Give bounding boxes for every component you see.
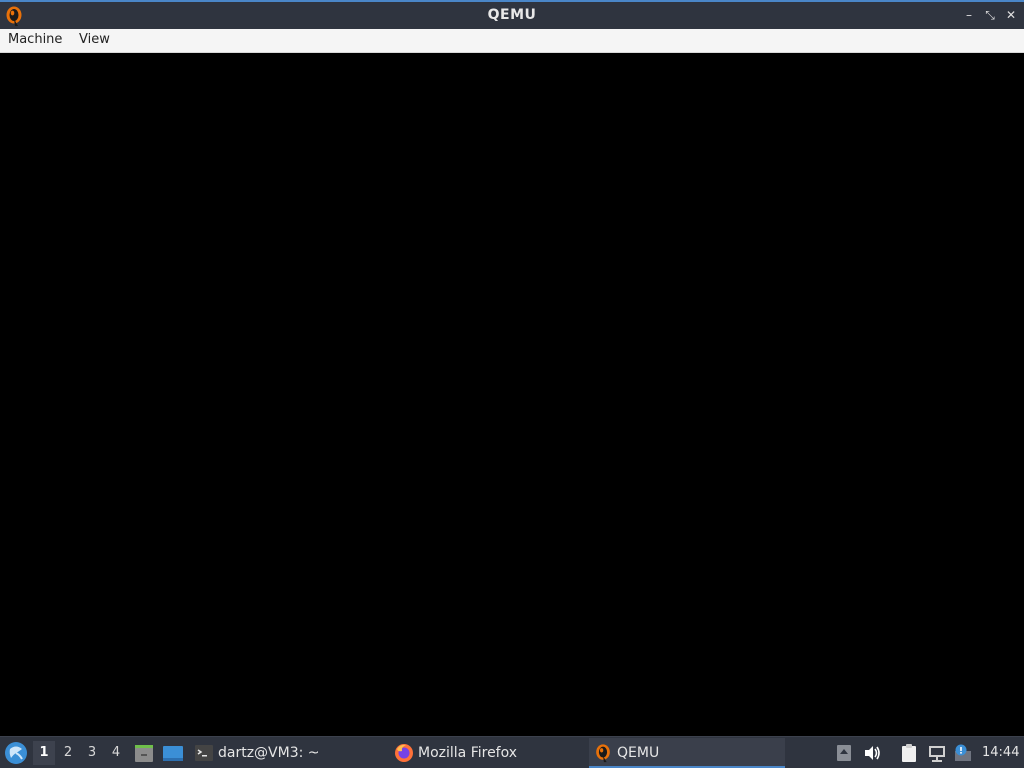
workspace-1[interactable]: 1: [33, 741, 55, 765]
minimize-button[interactable]: –: [962, 8, 976, 22]
network-icon[interactable]: [927, 743, 947, 763]
maximize-button[interactable]: ⤡: [983, 8, 997, 22]
clipboard-icon[interactable]: [899, 743, 919, 763]
qemu-screen: QEMU – ⤡ ✕ Machine View 1 2 3 4 dartz@VM…: [0, 0, 1024, 768]
workspace-3[interactable]: 3: [81, 741, 103, 765]
task-label: dartz@VM3: ~: [218, 745, 320, 761]
workspace-2[interactable]: 2: [57, 741, 79, 765]
menu-view[interactable]: View: [79, 32, 110, 47]
file-manager-icon[interactable]: [133, 742, 155, 764]
tray-arrow-icon[interactable]: [834, 743, 854, 763]
lxqt-start-icon[interactable]: [3, 740, 29, 766]
taskbar: 1 2 3 4 dartz@VM3: ~ Mozilla Firefox QEM…: [0, 736, 1024, 768]
task-terminal[interactable]: dartz@VM3: ~: [190, 738, 380, 768]
guest-display[interactable]: [0, 53, 1024, 736]
window-title: QEMU: [487, 7, 537, 23]
task-firefox[interactable]: Mozilla Firefox: [390, 738, 585, 768]
workspace-4[interactable]: 4: [105, 741, 127, 765]
show-desktop-icon[interactable]: [162, 742, 184, 764]
window-titlebar[interactable]: QEMU – ⤡ ✕: [0, 0, 1024, 29]
notification-icon[interactable]: [953, 743, 973, 763]
terminal-icon: [195, 745, 213, 761]
close-button[interactable]: ✕: [1004, 8, 1018, 22]
clock[interactable]: 14:44: [982, 737, 1019, 768]
menu-bar: Machine View: [0, 29, 1024, 53]
task-qemu[interactable]: QEMU: [589, 738, 785, 768]
task-label: QEMU: [617, 745, 660, 761]
qemu-icon: [596, 744, 610, 763]
menu-machine[interactable]: Machine: [8, 32, 62, 47]
volume-icon[interactable]: [862, 743, 882, 763]
firefox-icon: [395, 744, 413, 762]
task-label: Mozilla Firefox: [418, 745, 518, 761]
